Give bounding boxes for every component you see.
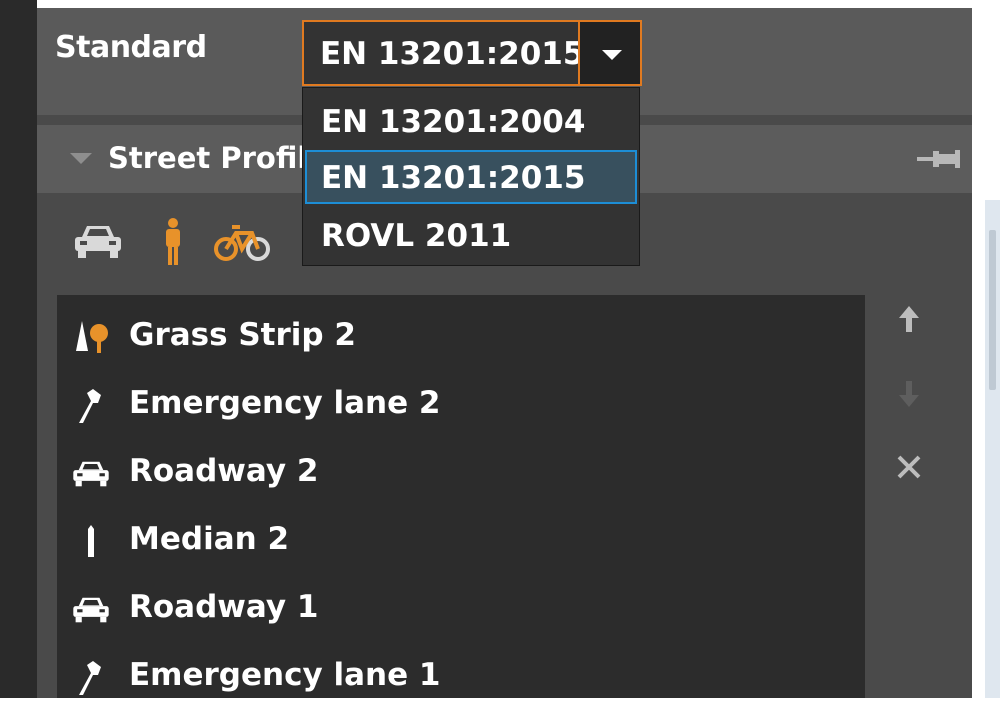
street-profile-list: Grass Strip 2 Emergency lane 2 Roadway 2 (57, 295, 865, 698)
wrench-icon (79, 661, 101, 695)
standard-dropdown-button[interactable] (578, 20, 642, 86)
list-item-label: Emergency lane 1 (129, 657, 441, 693)
list-item-label: Grass Strip 2 (129, 317, 356, 353)
car-icon (73, 597, 109, 623)
scrollbar-thumb[interactable] (989, 230, 996, 390)
standard-option-en-13201-2004[interactable]: EN 13201:2004 (305, 94, 637, 148)
left-dock-edge (0, 0, 37, 698)
street-profile-title: Street Profile (108, 141, 327, 175)
car-icon[interactable] (72, 223, 124, 265)
list-item-label: Roadway 1 (129, 589, 319, 625)
standard-option-en-13201-2015[interactable]: EN 13201:2015 (305, 150, 637, 204)
list-item[interactable]: Emergency lane 2 (57, 373, 865, 439)
option-label: EN 13201:2015 (321, 160, 586, 196)
standard-selected-value[interactable]: EN 13201:2015 (320, 36, 584, 72)
chevron-down-icon (602, 50, 622, 60)
collapse-icon[interactable] (70, 153, 92, 164)
move-up-icon[interactable] (891, 302, 927, 338)
car-icon (73, 461, 109, 487)
option-label: ROVL 2011 (321, 218, 512, 254)
option-label: EN 13201:2004 (321, 104, 586, 140)
list-item[interactable]: Roadway 1 (57, 577, 865, 643)
move-down-icon[interactable] (891, 375, 927, 411)
pin-icon[interactable] (915, 147, 963, 171)
bicycle-icon[interactable] (212, 221, 272, 267)
top-edge (37, 0, 972, 8)
right-scrollbar[interactable] (985, 200, 1000, 698)
standard-combobox[interactable]: EN 13201:2015 (302, 20, 642, 86)
list-item-label: Emergency lane 2 (129, 385, 441, 421)
list-item-label: Median 2 (129, 521, 290, 557)
delete-icon[interactable] (891, 449, 927, 485)
standard-dropdown-list: EN 13201:2004 EN 13201:2015 ROVL 2011 (302, 87, 640, 266)
median-icon (88, 525, 94, 557)
grass-strip-icon (76, 321, 108, 353)
list-item[interactable]: Median 2 (57, 509, 865, 575)
list-item-label: Roadway 2 (129, 453, 319, 489)
pedestrian-icon[interactable] (160, 217, 186, 271)
list-item[interactable]: Emergency lane 1 (57, 645, 865, 711)
list-item[interactable]: Roadway 2 (57, 441, 865, 507)
standard-label: Standard (55, 30, 207, 65)
list-item[interactable]: Grass Strip 2 (57, 305, 865, 371)
element-type-toolbar (72, 217, 292, 269)
standard-option-rovl-2011[interactable]: ROVL 2011 (305, 208, 637, 262)
wrench-icon (79, 389, 101, 423)
